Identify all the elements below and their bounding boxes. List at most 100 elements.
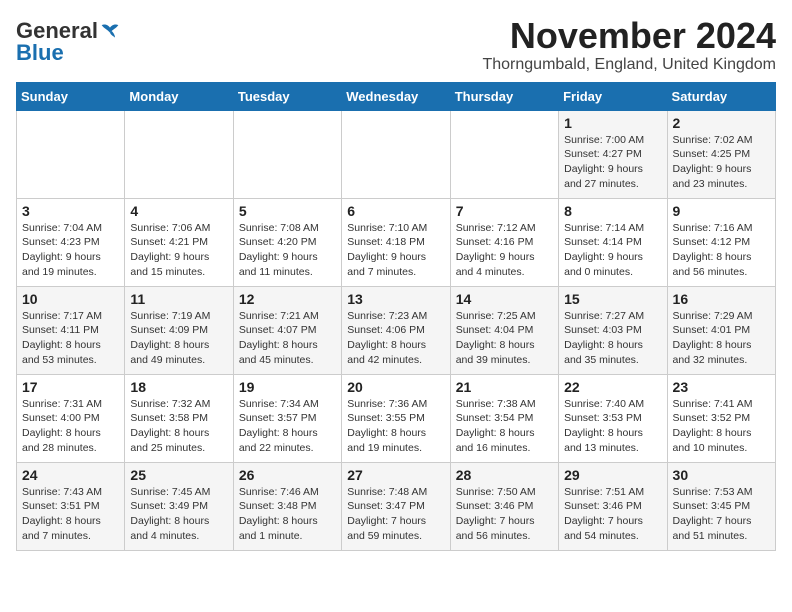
calendar-cell: 30 Sunrise: 7:53 AM Sunset: 3:45 PM Dayli… <box>667 462 775 550</box>
logo-general: General <box>16 20 98 42</box>
day-number: 7 <box>456 203 553 219</box>
calendar-cell: 1 Sunrise: 7:00 AM Sunset: 4:27 PM Daylig… <box>559 110 667 198</box>
day-info: Sunrise: 7:34 AM Sunset: 3:57 PM Dayligh… <box>239 397 336 456</box>
day-info: Sunrise: 7:43 AM Sunset: 3:51 PM Dayligh… <box>22 485 119 544</box>
day-info: Sunrise: 7:46 AM Sunset: 3:48 PM Dayligh… <box>239 485 336 544</box>
day-info: Sunrise: 7:29 AM Sunset: 4:01 PM Dayligh… <box>673 309 770 368</box>
day-number: 15 <box>564 291 661 307</box>
calendar-cell <box>125 110 233 198</box>
day-info: Sunrise: 7:31 AM Sunset: 4:00 PM Dayligh… <box>22 397 119 456</box>
calendar-cell: 5 Sunrise: 7:08 AM Sunset: 4:20 PM Daylig… <box>233 198 341 286</box>
calendar-cell: 9 Sunrise: 7:16 AM Sunset: 4:12 PM Daylig… <box>667 198 775 286</box>
day-number: 16 <box>673 291 770 307</box>
day-number: 9 <box>673 203 770 219</box>
calendar-cell: 29 Sunrise: 7:51 AM Sunset: 3:46 PM Dayli… <box>559 462 667 550</box>
day-info: Sunrise: 7:08 AM Sunset: 4:20 PM Dayligh… <box>239 221 336 280</box>
day-info: Sunrise: 7:40 AM Sunset: 3:53 PM Dayligh… <box>564 397 661 456</box>
day-info: Sunrise: 7:17 AM Sunset: 4:11 PM Dayligh… <box>22 309 119 368</box>
month-title: November 2024 <box>482 16 776 56</box>
day-number: 12 <box>239 291 336 307</box>
calendar-header: Sunday Monday Tuesday Wednesday Thursday… <box>17 82 776 110</box>
location: Thorngumbald, England, United Kingdom <box>482 56 776 74</box>
calendar-cell: 23 Sunrise: 7:41 AM Sunset: 3:52 PM Dayli… <box>667 374 775 462</box>
title-block: November 2024 Thorngumbald, England, Uni… <box>482 16 776 74</box>
header-tuesday: Tuesday <box>233 82 341 110</box>
calendar-cell: 13 Sunrise: 7:23 AM Sunset: 4:06 PM Dayli… <box>342 286 450 374</box>
day-info: Sunrise: 7:32 AM Sunset: 3:58 PM Dayligh… <box>130 397 227 456</box>
day-number: 4 <box>130 203 227 219</box>
calendar-cell: 15Sunrise: 7:27 AM Sunset: 4:03 PM Dayli… <box>559 286 667 374</box>
logo-bird-icon <box>100 22 120 40</box>
calendar-cell: 18 Sunrise: 7:32 AM Sunset: 3:58 PM Dayli… <box>125 374 233 462</box>
day-number: 23 <box>673 379 770 395</box>
calendar-cell <box>342 110 450 198</box>
calendar-cell: 11 Sunrise: 7:19 AM Sunset: 4:09 PM Dayli… <box>125 286 233 374</box>
day-info: Sunrise: 7:10 AM Sunset: 4:18 PM Dayligh… <box>347 221 444 280</box>
header-thursday: Thursday <box>450 82 558 110</box>
day-number: 20 <box>347 379 444 395</box>
day-info: Sunrise: 7:14 AM Sunset: 4:14 PM Dayligh… <box>564 221 661 280</box>
day-info: Sunrise: 7:50 AM Sunset: 3:46 PM Dayligh… <box>456 485 553 544</box>
calendar-cell: 25 Sunrise: 7:45 AM Sunset: 3:49 PM Dayli… <box>125 462 233 550</box>
calendar-cell: 6 Sunrise: 7:10 AM Sunset: 4:18 PM Daylig… <box>342 198 450 286</box>
week-row-5: 24 Sunrise: 7:43 AM Sunset: 3:51 PM Dayli… <box>17 462 776 550</box>
calendar-cell: 3 Sunrise: 7:04 AM Sunset: 4:23 PM Daylig… <box>17 198 125 286</box>
day-number: 25 <box>130 467 227 483</box>
day-number: 8 <box>564 203 661 219</box>
day-info: Sunrise: 7:41 AM Sunset: 3:52 PM Dayligh… <box>673 397 770 456</box>
day-number: 30 <box>673 467 770 483</box>
calendar-cell: 28 Sunrise: 7:50 AM Sunset: 3:46 PM Dayli… <box>450 462 558 550</box>
calendar-cell: 21Sunrise: 7:38 AM Sunset: 3:54 PM Dayli… <box>450 374 558 462</box>
day-number: 13 <box>347 291 444 307</box>
day-number: 6 <box>347 203 444 219</box>
day-number: 3 <box>22 203 119 219</box>
calendar-cell <box>233 110 341 198</box>
day-info: Sunrise: 7:45 AM Sunset: 3:49 PM Dayligh… <box>130 485 227 544</box>
calendar-cell <box>450 110 558 198</box>
day-number: 2 <box>673 115 770 131</box>
header-saturday: Saturday <box>667 82 775 110</box>
day-info: Sunrise: 7:00 AM Sunset: 4:27 PM Dayligh… <box>564 133 661 192</box>
header-sunday: Sunday <box>17 82 125 110</box>
day-number: 19 <box>239 379 336 395</box>
day-info: Sunrise: 7:53 AM Sunset: 3:45 PM Dayligh… <box>673 485 770 544</box>
calendar-cell: 26 Sunrise: 7:46 AM Sunset: 3:48 PM Dayli… <box>233 462 341 550</box>
calendar-cell: 14 Sunrise: 7:25 AM Sunset: 4:04 PM Dayli… <box>450 286 558 374</box>
day-info: Sunrise: 7:16 AM Sunset: 4:12 PM Dayligh… <box>673 221 770 280</box>
day-info: Sunrise: 7:51 AM Sunset: 3:46 PM Dayligh… <box>564 485 661 544</box>
week-row-1: 1 Sunrise: 7:00 AM Sunset: 4:27 PM Daylig… <box>17 110 776 198</box>
header-friday: Friday <box>559 82 667 110</box>
day-info: Sunrise: 7:04 AM Sunset: 4:23 PM Dayligh… <box>22 221 119 280</box>
day-number: 28 <box>456 467 553 483</box>
logo-blue: Blue <box>16 42 64 64</box>
calendar-cell: 10Sunrise: 7:17 AM Sunset: 4:11 PM Dayli… <box>17 286 125 374</box>
day-number: 27 <box>347 467 444 483</box>
day-number: 1 <box>564 115 661 131</box>
calendar-cell: 4Sunrise: 7:06 AM Sunset: 4:21 PM Daylig… <box>125 198 233 286</box>
day-number: 17 <box>22 379 119 395</box>
day-number: 11 <box>130 291 227 307</box>
day-number: 26 <box>239 467 336 483</box>
day-number: 22 <box>564 379 661 395</box>
day-number: 24 <box>22 467 119 483</box>
header-wednesday: Wednesday <box>342 82 450 110</box>
calendar-cell: 16 Sunrise: 7:29 AM Sunset: 4:01 PM Dayli… <box>667 286 775 374</box>
day-number: 5 <box>239 203 336 219</box>
header-monday: Monday <box>125 82 233 110</box>
day-number: 29 <box>564 467 661 483</box>
day-info: Sunrise: 7:25 AM Sunset: 4:04 PM Dayligh… <box>456 309 553 368</box>
day-info: Sunrise: 7:21 AM Sunset: 4:07 PM Dayligh… <box>239 309 336 368</box>
day-number: 14 <box>456 291 553 307</box>
week-row-3: 10Sunrise: 7:17 AM Sunset: 4:11 PM Dayli… <box>17 286 776 374</box>
calendar-cell <box>17 110 125 198</box>
day-info: Sunrise: 7:12 AM Sunset: 4:16 PM Dayligh… <box>456 221 553 280</box>
calendar-table: Sunday Monday Tuesday Wednesday Thursday… <box>16 82 776 551</box>
day-info: Sunrise: 7:38 AM Sunset: 3:54 PM Dayligh… <box>456 397 553 456</box>
day-number: 18 <box>130 379 227 395</box>
day-info: Sunrise: 7:19 AM Sunset: 4:09 PM Dayligh… <box>130 309 227 368</box>
page-header: General Blue November 2024 Thorngumbald,… <box>16 16 776 74</box>
day-info: Sunrise: 7:23 AM Sunset: 4:06 PM Dayligh… <box>347 309 444 368</box>
calendar-cell: 24 Sunrise: 7:43 AM Sunset: 3:51 PM Dayli… <box>17 462 125 550</box>
calendar-cell: 17 Sunrise: 7:31 AM Sunset: 4:00 PM Dayli… <box>17 374 125 462</box>
week-row-4: 17 Sunrise: 7:31 AM Sunset: 4:00 PM Dayli… <box>17 374 776 462</box>
